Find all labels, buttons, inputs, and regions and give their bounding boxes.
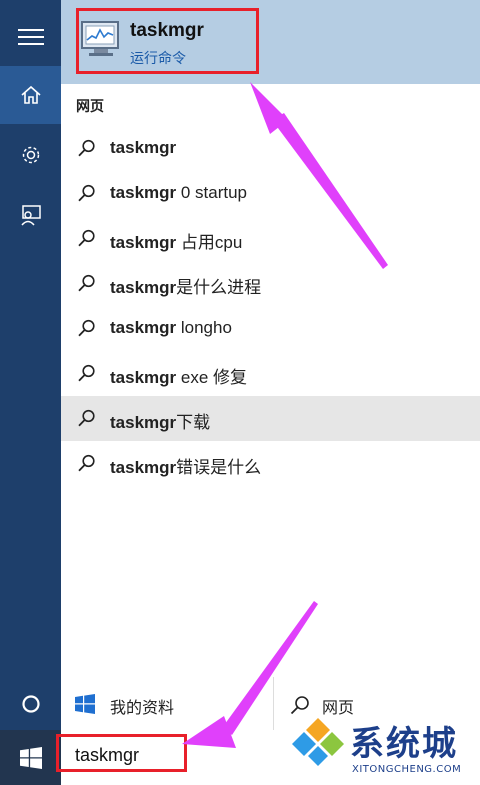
suggestion-item[interactable]: taskmgr下载 (61, 396, 480, 441)
start-button[interactable] (0, 730, 61, 785)
suggestion-query: taskmgr (110, 458, 177, 477)
suggestion-text: taskmgr exe 修复 (110, 363, 247, 388)
suggestion-suffix: 是什么进程 (176, 278, 262, 297)
suggestion-item[interactable]: taskmgr 0 startup (61, 171, 480, 216)
sidebar (0, 0, 61, 730)
suggestion-query: taskmgr (110, 278, 177, 297)
watermark-logo-icon (292, 718, 344, 766)
suggestion-item[interactable]: taskmgr是什么进程 (61, 261, 480, 306)
windows-icon (19, 746, 42, 769)
watermark-url: XITONGCHENG.COM (352, 764, 462, 775)
search-icon (78, 409, 96, 431)
suggestion-item[interactable]: taskmgr 占用cpu (61, 216, 480, 261)
results-panel: taskmgr 运行命令 网页 taskmgr taskmgr 0 startup… (61, 0, 480, 677)
suggestion-suffix: 0 startup (176, 183, 248, 202)
suggestion-suffix: 占用cpu (176, 233, 243, 252)
suggestion-suffix: exe 修复 (176, 368, 247, 387)
search-icon (78, 274, 96, 296)
suggestion-query: taskmgr (110, 138, 177, 157)
suggestion-text: taskmgr是什么进程 (110, 273, 261, 298)
suggestion-query: taskmgr (110, 233, 177, 252)
suggestion-text: taskmgr 0 startup (110, 183, 247, 203)
my-stuff-label: 我的资料 (110, 698, 175, 717)
suggestion-suffix: longho (176, 318, 232, 337)
windows-icon (75, 694, 95, 714)
section-label-web: 网页 (76, 99, 104, 115)
suggestion-item[interactable]: taskmgr exe 修复 (61, 351, 480, 396)
suggestion-query: taskmgr (110, 183, 177, 202)
cortana-button[interactable] (0, 677, 61, 730)
search-icon (78, 139, 96, 161)
feedback-icon (20, 205, 41, 226)
highlight-box-search (56, 734, 187, 772)
suggestion-query: taskmgr (110, 368, 177, 387)
feedback-button[interactable] (0, 186, 61, 244)
suggestion-item[interactable]: taskmgr错误是什么 (61, 441, 480, 486)
highlight-box-best-match (76, 8, 259, 74)
gear-icon (22, 146, 39, 164)
search-icon (78, 184, 96, 206)
search-icon (78, 364, 96, 386)
search-icon (78, 454, 96, 476)
suggestion-suffix: 下载 (176, 413, 211, 432)
search-icon (78, 229, 96, 251)
suggestion-text: taskmgr (110, 138, 176, 158)
suggestion-text: taskmgr longho (110, 318, 232, 338)
home-icon (20, 85, 41, 104)
watermark-text: 系统城 (350, 724, 458, 764)
suggestion-text: taskmgr 占用cpu (110, 228, 242, 253)
suggestion-item[interactable]: taskmgr longho (61, 306, 480, 351)
search-icon (78, 319, 96, 341)
suggestion-text: taskmgr下载 (110, 408, 210, 433)
hamburger-icon (17, 29, 44, 45)
watermark: 系统城 XITONGCHENG.COM (288, 708, 480, 785)
hamburger-menu-button[interactable] (0, 8, 61, 66)
suggestion-query: taskmgr (110, 413, 177, 432)
my-stuff-tab[interactable]: 我的资料 (61, 677, 274, 730)
suggestion-item[interactable]: taskmgr (61, 126, 480, 171)
cortana-icon (21, 694, 40, 713)
suggestion-query: taskmgr (110, 318, 177, 337)
suggestion-text: taskmgr错误是什么 (110, 453, 261, 478)
suggestion-suffix: 错误是什么 (176, 458, 262, 477)
settings-button[interactable] (0, 126, 61, 184)
home-button[interactable] (0, 66, 61, 124)
